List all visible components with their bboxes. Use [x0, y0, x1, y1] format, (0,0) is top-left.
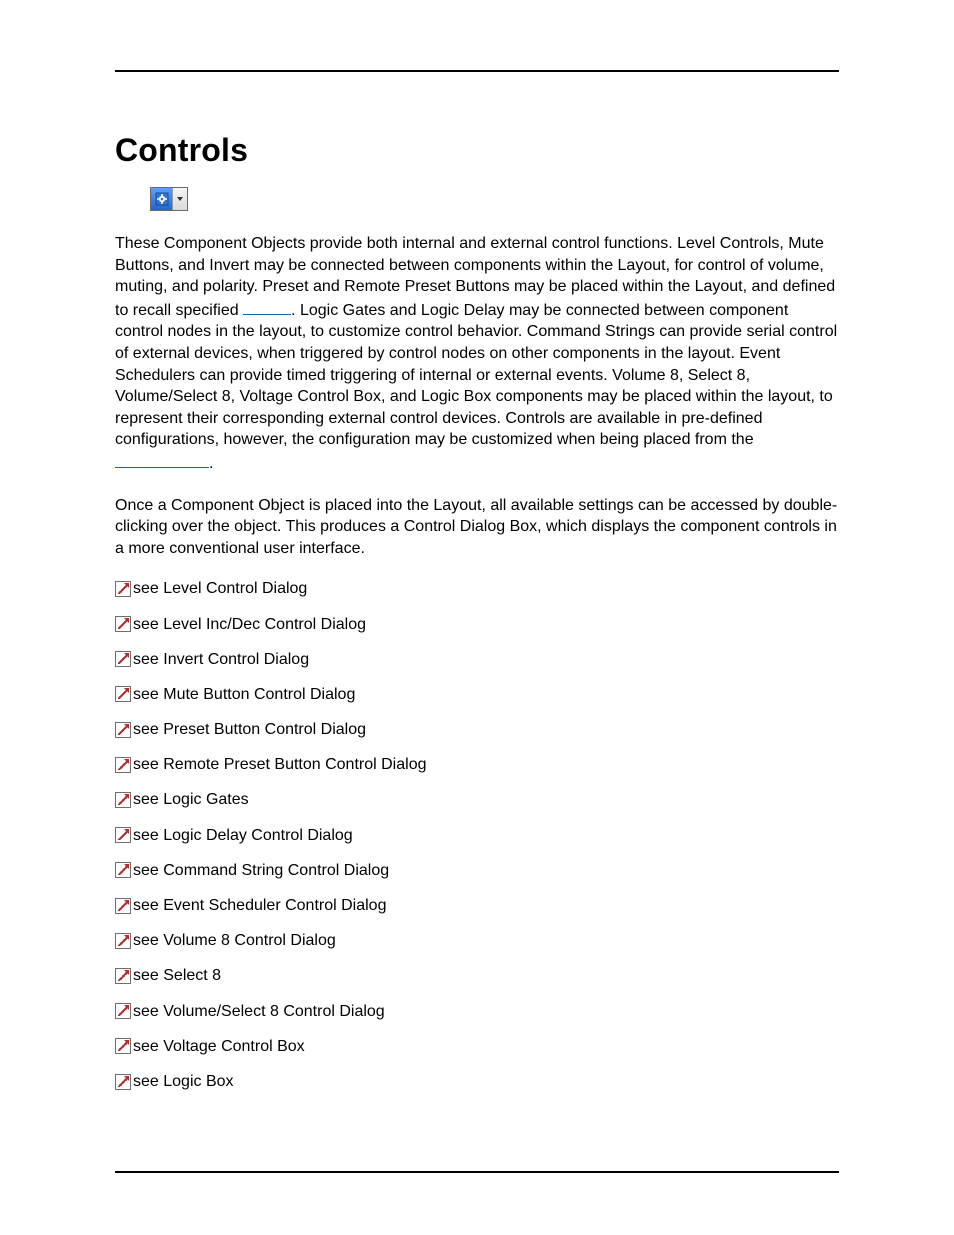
broken-image-icon [115, 757, 131, 773]
broken-image-icon [115, 933, 131, 949]
see-also-item[interactable]: see Command String Control Dialog [115, 861, 839, 880]
top-rule [115, 70, 839, 72]
intro-paragraph-2: Once a Component Object is placed into t… [115, 495, 839, 560]
see-also-item[interactable]: see Voltage Control Box [115, 1037, 839, 1056]
broken-image-icon [115, 898, 131, 914]
see-also-item[interactable]: see Remote Preset Button Control Dialog [115, 755, 839, 774]
chevron-down-icon [173, 188, 187, 210]
see-also-item[interactable]: see Volume 8 Control Dialog [115, 931, 839, 950]
see-also-label: see Invert Control Dialog [133, 650, 309, 669]
broken-image-icon [115, 792, 131, 808]
see-also-item[interactable]: see Event Scheduler Control Dialog [115, 896, 839, 915]
document-page: Controls These Componen [0, 0, 954, 1235]
see-also-item[interactable]: see Logic Delay Control Dialog [115, 826, 839, 845]
broken-image-icon [115, 581, 131, 597]
broken-image-icon [115, 827, 131, 843]
see-also-label: see Logic Gates [133, 790, 249, 809]
see-also-list: see Level Control Dialog see Level Inc/De… [115, 579, 839, 1091]
see-also-label: see Event Scheduler Control Dialog [133, 896, 386, 915]
see-also-label: see Remote Preset Button Control Dialog [133, 755, 426, 774]
broken-image-icon [115, 1038, 131, 1054]
controls-toolbar-icon [151, 188, 173, 210]
toolbar-sample [150, 187, 839, 211]
see-also-item[interactable]: see Logic Gates [115, 790, 839, 809]
broken-image-icon [115, 722, 131, 738]
see-also-item[interactable]: see Volume/Select 8 Control Dialog [115, 1002, 839, 1021]
see-also-label: see Logic Box [133, 1072, 234, 1091]
see-also-label: see Level Inc/Dec Control Dialog [133, 615, 366, 634]
see-also-label: see Volume 8 Control Dialog [133, 931, 336, 950]
see-also-item[interactable]: see Level Inc/Dec Control Dialog [115, 615, 839, 634]
broken-image-icon [115, 651, 131, 667]
see-also-item[interactable]: see Preset Button Control Dialog [115, 720, 839, 739]
see-also-label: see Mute Button Control Dialog [133, 685, 355, 704]
see-also-label: see Select 8 [133, 966, 221, 985]
para1-text-c: . [209, 455, 213, 472]
missing-link-object-toolbar[interactable] [115, 451, 209, 468]
see-also-item[interactable]: see Mute Button Control Dialog [115, 685, 839, 704]
broken-image-icon [115, 686, 131, 702]
see-also-item[interactable]: see Invert Control Dialog [115, 650, 839, 669]
see-also-label: see Logic Delay Control Dialog [133, 826, 353, 845]
see-also-label: see Volume/Select 8 Control Dialog [133, 1002, 385, 1021]
see-also-label: see Level Control Dialog [133, 579, 307, 598]
broken-image-icon [115, 968, 131, 984]
see-also-item[interactable]: see Level Control Dialog [115, 579, 839, 598]
para1-text-b: . Logic Gates and Logic Delay may be con… [115, 302, 837, 449]
bottom-rule [115, 1171, 839, 1173]
see-also-label: see Voltage Control Box [133, 1037, 305, 1056]
intro-paragraph-1: These Component Objects provide both int… [115, 233, 839, 475]
page-heading: Controls [115, 132, 839, 169]
missing-link-presets[interactable] [243, 298, 291, 315]
see-also-item[interactable]: see Select 8 [115, 966, 839, 985]
broken-image-icon [115, 1074, 131, 1090]
broken-image-icon [115, 862, 131, 878]
see-also-label: see Command String Control Dialog [133, 861, 389, 880]
controls-toolbar [150, 187, 188, 211]
see-also-item[interactable]: see Logic Box [115, 1072, 839, 1091]
see-also-label: see Preset Button Control Dialog [133, 720, 366, 739]
broken-image-icon [115, 616, 131, 632]
broken-image-icon [115, 1003, 131, 1019]
